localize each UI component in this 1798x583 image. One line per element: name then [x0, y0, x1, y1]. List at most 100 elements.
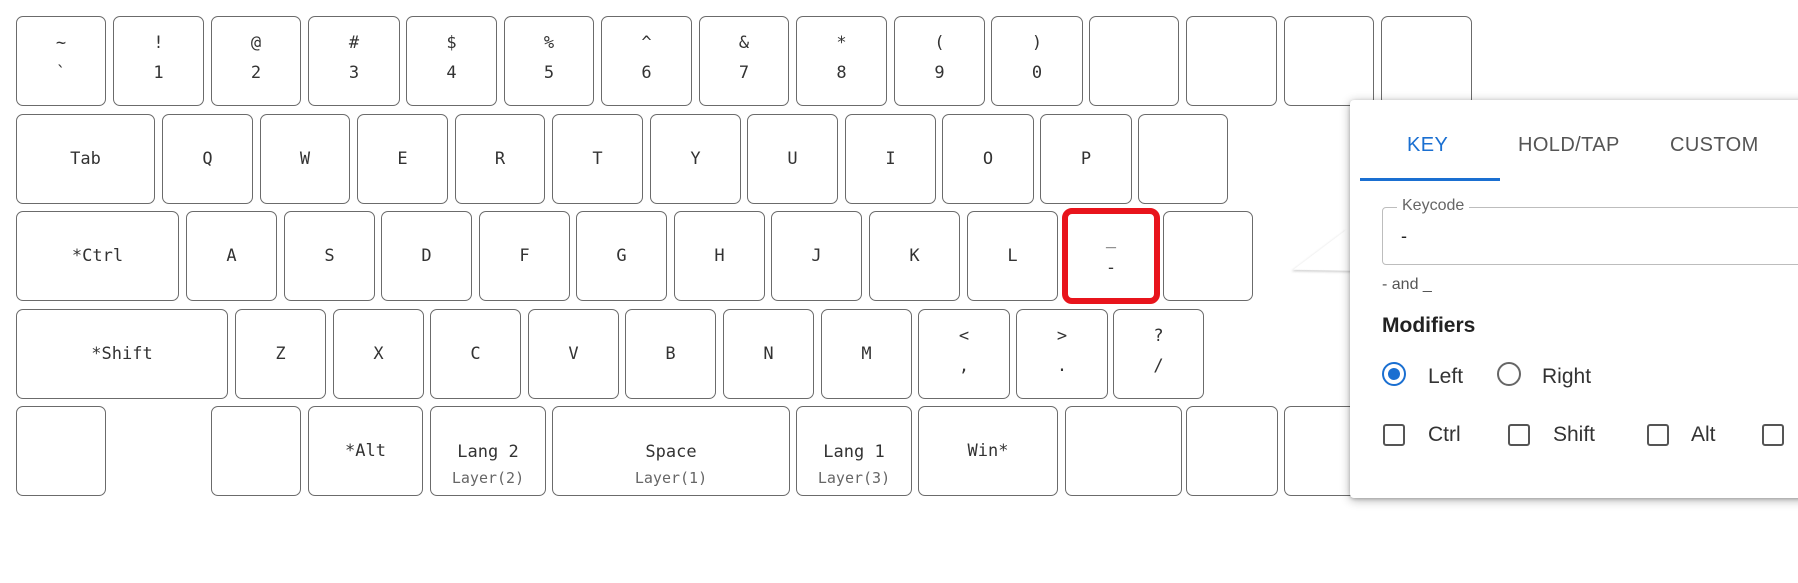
key-4[interactable]: $4: [406, 16, 497, 106]
key-label: L: [1007, 246, 1018, 266]
shift-checkbox-label[interactable]: Shift: [1553, 423, 1595, 447]
key-blank[interactable]: [16, 406, 106, 496]
key-shift-label: ^: [641, 32, 652, 53]
tab-hold-tap[interactable]: HOLD/TAP: [1518, 134, 1620, 157]
key-label: S: [324, 246, 335, 266]
key-label: D: [421, 246, 432, 266]
alt-checkbox[interactable]: [1647, 424, 1669, 446]
key-q[interactable]: Q: [162, 114, 253, 204]
key-blank[interactable]: [1381, 16, 1472, 106]
key-blank[interactable]: [1163, 211, 1253, 301]
key-z[interactable]: Z: [235, 309, 326, 399]
key-label: O: [982, 149, 994, 169]
key-blank[interactable]: [1284, 16, 1374, 106]
key-j[interactable]: J: [771, 211, 862, 301]
key-label: *Alt: [345, 441, 386, 461]
key-shift-label: _: [1105, 229, 1117, 250]
key-label: T: [592, 149, 603, 169]
key-3[interactable]: #3: [308, 16, 400, 106]
right-radio[interactable]: [1497, 362, 1521, 386]
key-label: U: [787, 149, 798, 169]
key-sym-2-10[interactable]: _ -: [1062, 208, 1160, 304]
key-sym-3-9[interactable]: >.: [1016, 309, 1108, 399]
key-r[interactable]: R: [455, 114, 545, 204]
tab-key[interactable]: KEY: [1407, 134, 1448, 157]
key-7[interactable]: & 7: [699, 16, 789, 106]
key-g[interactable]: G: [576, 211, 667, 301]
key-label: A: [226, 246, 237, 266]
key-layer-label: Layer(2): [451, 468, 525, 487]
shift-checkbox[interactable]: [1508, 424, 1530, 446]
key-p[interactable]: P: [1040, 114, 1132, 204]
key-space[interactable]: Space Layer(1): [552, 406, 790, 496]
key-l[interactable]: L: [967, 211, 1058, 301]
key-label: 3: [348, 62, 360, 83]
key-label: I: [885, 149, 896, 169]
key-sym-0-0[interactable]: ~ `: [16, 16, 106, 106]
keycode-value[interactable]: -: [1401, 226, 1407, 247]
key-blank[interactable]: [1186, 16, 1277, 106]
key-m[interactable]: M: [821, 309, 912, 399]
key-b[interactable]: B: [625, 309, 716, 399]
alt-checkbox-label[interactable]: Alt: [1691, 423, 1716, 447]
tab-custom[interactable]: CUSTOM: [1670, 134, 1759, 157]
modifiers-heading: Modifiers: [1382, 314, 1476, 337]
key-k[interactable]: K: [869, 211, 960, 301]
key-a[interactable]: A: [186, 211, 277, 301]
ctrl-checkbox-label[interactable]: Ctrl: [1428, 423, 1461, 447]
key-e[interactable]: E: [357, 114, 448, 204]
key-y[interactable]: Y: [650, 114, 741, 204]
key-sym-3-10[interactable]: ? /: [1113, 309, 1204, 399]
key-blank[interactable]: [1186, 406, 1278, 496]
key-layer-label: Layer(3): [817, 468, 891, 487]
key-6[interactable]: ^ 6: [601, 16, 692, 106]
key-1[interactable]: ! 1: [113, 16, 204, 106]
key-x[interactable]: X: [333, 309, 424, 399]
key-u[interactable]: U: [747, 114, 838, 204]
key-label: F: [519, 246, 530, 266]
key-label: M: [861, 344, 872, 364]
key-d[interactable]: D: [381, 211, 472, 301]
key-o[interactable]: O: [942, 114, 1034, 204]
key-tab[interactable]: Tab: [16, 114, 155, 204]
key-t[interactable]: T: [552, 114, 643, 204]
ctrl-checkbox[interactable]: [1383, 424, 1405, 446]
key-v[interactable]: V: [528, 309, 619, 399]
left-radio[interactable]: [1382, 362, 1406, 386]
key-blank[interactable]: [211, 406, 301, 496]
key-c[interactable]: C: [430, 309, 521, 399]
key-w[interactable]: W: [260, 114, 350, 204]
key-ctrl[interactable]: *Ctrl: [16, 211, 179, 301]
key-i[interactable]: I: [845, 114, 936, 204]
key-label: Win*: [967, 441, 1009, 461]
key-blank[interactable]: [1089, 16, 1179, 106]
key-blank[interactable]: [1065, 406, 1182, 496]
left-radio-label[interactable]: Left: [1428, 365, 1463, 389]
key-0[interactable]: ) 0: [991, 16, 1083, 106]
keycode-field[interactable]: Keycode -: [1382, 197, 1798, 265]
key-lang-1[interactable]: Lang 1 Layer(3): [796, 406, 912, 496]
right-radio-label[interactable]: Right: [1542, 365, 1591, 389]
key-label: 1: [153, 62, 164, 83]
win-checkbox[interactable]: [1762, 424, 1784, 446]
key-5[interactable]: % 5: [504, 16, 594, 106]
key-9[interactable]: (9: [894, 16, 985, 106]
key-n[interactable]: N: [723, 309, 814, 399]
key-lang-2[interactable]: Lang 2 Layer(2): [430, 406, 546, 496]
key-label: .: [1056, 355, 1068, 376]
key-alt[interactable]: *Alt: [308, 406, 423, 496]
key-h[interactable]: H: [674, 211, 765, 301]
key-win[interactable]: Win*: [918, 406, 1058, 496]
key-label: `: [55, 62, 67, 83]
key-f[interactable]: F: [479, 211, 570, 301]
key-8[interactable]: * 8: [796, 16, 887, 106]
key-shift[interactable]: *Shift: [16, 309, 228, 399]
key-2[interactable]: @2: [211, 16, 301, 106]
active-tab-indicator: [1360, 178, 1500, 181]
key-label: H: [714, 246, 725, 266]
key-label: R: [494, 149, 506, 169]
key-s[interactable]: S: [284, 211, 375, 301]
key-blank[interactable]: [1138, 114, 1228, 204]
key-sym-3-8[interactable]: <,: [918, 309, 1010, 399]
key-shift-label: <: [958, 325, 970, 346]
